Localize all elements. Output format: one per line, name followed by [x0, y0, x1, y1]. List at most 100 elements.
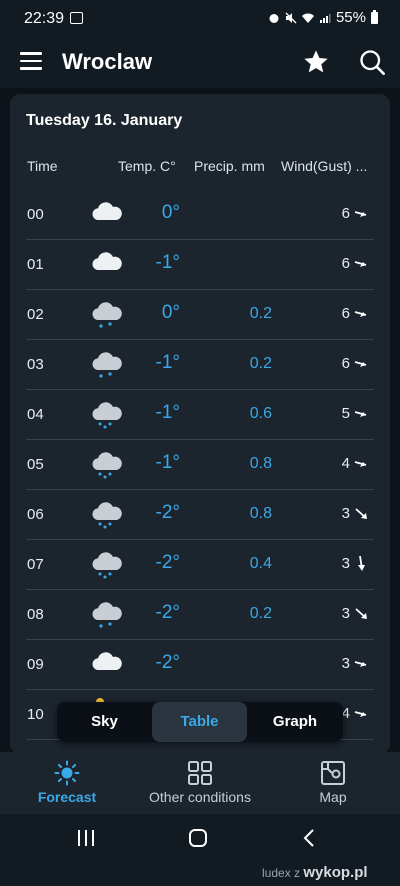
- hour-temp: -2°: [155, 552, 181, 573]
- hour-row[interactable]: 02 0° 0.2 6: [10, 290, 390, 340]
- nav-map-label: Map: [319, 789, 347, 805]
- view-mode-switch: Sky Table Graph: [57, 702, 343, 742]
- hour-row[interactable]: 08 -2° 0.2 3: [10, 590, 390, 640]
- hour-row[interactable]: 06 -2° 0.8 3: [10, 490, 390, 540]
- wind-arrow-right-icon: [352, 304, 372, 324]
- forecast-date: Tuesday 16. January: [26, 112, 183, 129]
- hour-precip: 0.4: [249, 555, 272, 572]
- header-time: Time: [27, 158, 58, 174]
- wind-arrow-down-right-icon: [352, 504, 372, 524]
- gallery-notification-icon: [70, 12, 83, 24]
- hour-precip: 0.2: [249, 355, 272, 372]
- nav-map[interactable]: Map: [298, 752, 368, 814]
- nav-forecast[interactable]: Forecast: [22, 752, 112, 814]
- hour-precip: 0.8: [249, 505, 272, 522]
- hour-time: 00: [27, 206, 44, 223]
- mute-icon: [285, 12, 297, 23]
- hour-temp: -1°: [155, 452, 181, 473]
- hour-row[interactable]: 05 -1° 0.8 4: [10, 440, 390, 490]
- recents-icon[interactable]: [76, 828, 96, 848]
- header-wind[interactable]: Wind(Gust) ...: [281, 158, 367, 174]
- header-temp: Temp. C°: [118, 158, 176, 174]
- map-icon: [321, 761, 345, 785]
- watermark-z: z: [294, 866, 301, 880]
- nav-other-label: Other conditions: [149, 789, 251, 805]
- wind-arrow-right-icon: [352, 454, 372, 474]
- hour-precip: 0.8: [249, 455, 272, 472]
- hour-time: 04: [27, 406, 44, 423]
- search-icon[interactable]: [358, 48, 386, 76]
- location-title: Wroclaw: [62, 49, 153, 74]
- segment-sky[interactable]: Sky: [57, 702, 152, 742]
- wind-arrow-down-icon: [352, 554, 372, 574]
- hourly-rows: 00 0° 6 01 -1° 6 02 0° 0.2 6 03 -1° 0.2 6 04 -1° 0.6 5 05 -…: [10, 190, 390, 740]
- watermark: ludex z wykop.pl: [262, 864, 368, 881]
- hour-wind: 5: [341, 405, 350, 422]
- hour-time: 09: [27, 656, 44, 673]
- wifi-icon: [301, 13, 314, 23]
- hour-row[interactable]: 01 -1° 6: [10, 240, 390, 290]
- hour-wind: 6: [341, 255, 350, 272]
- hour-row[interactable]: 07 -2° 0.4 3: [10, 540, 390, 590]
- hour-time: 08: [27, 606, 44, 623]
- battery-icon: [371, 9, 378, 24]
- hour-wind: 3: [341, 655, 350, 672]
- hour-wind: 3: [341, 555, 350, 572]
- hour-temp: 0°: [161, 202, 180, 223]
- wind-arrow-down-right-icon: [352, 604, 372, 624]
- segment-table[interactable]: Table: [152, 702, 247, 742]
- segment-graph[interactable]: Graph: [247, 702, 343, 742]
- nav-other-conditions[interactable]: Other conditions: [140, 752, 260, 814]
- hour-temp: -2°: [155, 502, 181, 523]
- hour-time: 10: [27, 706, 44, 723]
- hour-time: 07: [27, 556, 44, 573]
- forecast-card: Tuesday 16. January Time Temp. C° Precip…: [10, 94, 390, 754]
- wind-arrow-right-icon: [352, 254, 372, 274]
- hour-time: 03: [27, 356, 44, 373]
- system-navigation-bar: ludex z wykop.pl: [0, 814, 400, 886]
- wind-arrow-right-icon: [352, 354, 372, 374]
- hour-wind: 6: [341, 305, 350, 322]
- hour-wind: 4: [341, 455, 350, 472]
- hour-temp: -1°: [155, 402, 181, 423]
- hour-temp: -1°: [155, 352, 181, 373]
- hour-row[interactable]: 04 -1° 0.6 5: [10, 390, 390, 440]
- app-bar: Wroclaw: [0, 38, 400, 88]
- hour-time: 06: [27, 506, 44, 523]
- hour-precip: 0.2: [249, 305, 272, 322]
- nav-forecast-label: Forecast: [37, 789, 97, 805]
- hour-temp: -1°: [155, 252, 181, 273]
- alarm-icon: [269, 13, 279, 23]
- wind-arrow-right-icon: [352, 404, 372, 424]
- wind-arrow-right-icon: [352, 204, 372, 224]
- hour-time: 01: [27, 256, 44, 273]
- status-indicators: 55%: [268, 9, 378, 26]
- hour-wind: 3: [341, 605, 350, 622]
- sun-icon: [54, 760, 80, 786]
- hour-precip: 0.2: [249, 605, 272, 622]
- hour-row[interactable]: 00 0° 6: [10, 190, 390, 240]
- hour-temp: -2°: [155, 602, 181, 623]
- wind-arrow-right-icon: [352, 704, 372, 724]
- hour-row[interactable]: 03 -1° 0.2 6: [10, 340, 390, 390]
- favorite-star-icon[interactable]: [302, 48, 330, 76]
- signal-icon: [319, 13, 331, 23]
- bottom-navigation: Forecast Other conditions Map: [0, 752, 400, 814]
- hour-temp: -2°: [155, 652, 181, 673]
- hour-precip: 0.6: [249, 405, 272, 422]
- menu-icon[interactable]: [20, 52, 42, 70]
- watermark-user: ludex: [262, 866, 291, 880]
- hour-wind: 6: [341, 355, 350, 372]
- status-bar: 22:39 55%: [0, 0, 400, 38]
- hour-wind: 6: [341, 205, 350, 222]
- hour-time: 02: [27, 306, 44, 323]
- battery-percent: 55%: [335, 9, 366, 26]
- grid-icon: [188, 761, 212, 785]
- home-icon[interactable]: [188, 828, 208, 848]
- hour-time: 05: [27, 456, 44, 473]
- status-time: 22:39: [24, 10, 65, 27]
- watermark-site: wykop.pl: [303, 864, 368, 881]
- hour-row[interactable]: 09 -2° 3: [10, 640, 390, 690]
- back-icon[interactable]: [300, 828, 320, 848]
- hour-wind: 3: [341, 505, 350, 522]
